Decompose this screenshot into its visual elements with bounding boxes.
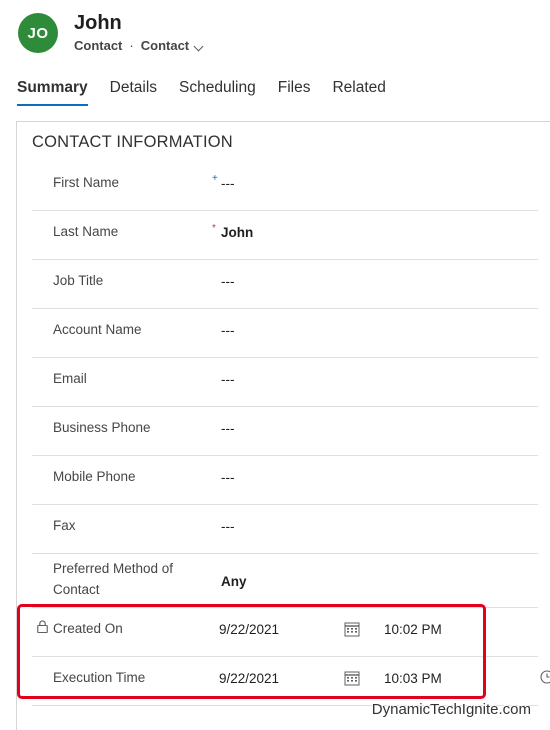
- avatar: JO: [18, 13, 58, 53]
- tab-related[interactable]: Related: [332, 77, 385, 107]
- field-label-line2: Contact: [53, 582, 100, 597]
- field-label: Account Name: [53, 322, 142, 337]
- tab-list: Summary Details Scheduling Files Related: [17, 77, 408, 107]
- field-first-name: First Name + ---: [32, 162, 538, 211]
- field-business-phone: Business Phone ---: [32, 407, 538, 456]
- form-selector[interactable]: Contact: [140, 38, 204, 53]
- field-label: First Name: [53, 175, 120, 190]
- form-name: Contact: [140, 38, 190, 53]
- field-fax: Fax ---: [32, 505, 538, 554]
- watermark: DynamicTechIgnite.com: [371, 701, 531, 718]
- field-label: Job Title: [53, 273, 104, 288]
- field-label: Email: [53, 371, 87, 386]
- field-mobile-phone: Mobile Phone ---: [32, 456, 538, 505]
- record-header: JO John Contact · Contact: [18, 12, 538, 56]
- separator: ·: [129, 38, 134, 53]
- preferred-method-select[interactable]: Any: [221, 574, 247, 589]
- field-label: Business Phone: [53, 420, 151, 435]
- email-input[interactable]: ---: [221, 372, 235, 387]
- first-name-input[interactable]: ---: [221, 176, 235, 191]
- tab-scheduling[interactable]: Scheduling: [179, 77, 256, 107]
- fax-input[interactable]: ---: [221, 519, 235, 534]
- field-job-title: Job Title ---: [32, 260, 538, 309]
- field-account-name: Account Name ---: [32, 309, 538, 358]
- record-subtitle: Contact · Contact: [74, 38, 204, 53]
- field-label: Fax: [53, 518, 76, 533]
- field-last-name: Last Name * John: [32, 211, 538, 260]
- highlight-annotation-box: [17, 604, 486, 699]
- tab-summary[interactable]: Summary: [17, 77, 88, 107]
- mobile-phone-input[interactable]: ---: [221, 470, 235, 485]
- section-title: CONTACT INFORMATION: [32, 133, 233, 151]
- record-title: John: [74, 12, 122, 34]
- tab-details[interactable]: Details: [110, 77, 157, 107]
- field-email: Email ---: [32, 358, 538, 407]
- last-name-input[interactable]: John: [221, 225, 253, 240]
- field-label: Last Name: [53, 224, 119, 239]
- required-marker: *: [212, 223, 216, 234]
- field-preferred-method-of-contact: Preferred Method of Contact Any: [32, 554, 538, 608]
- job-title-input[interactable]: ---: [221, 274, 235, 289]
- recommended-marker: +: [212, 173, 218, 184]
- field-label: Preferred Method of: [53, 561, 174, 576]
- chevron-down-icon: [193, 41, 204, 52]
- account-name-lookup[interactable]: ---: [221, 323, 235, 338]
- field-label: Mobile Phone: [53, 469, 136, 484]
- business-phone-input[interactable]: ---: [221, 421, 235, 436]
- clock-icon[interactable]: [540, 670, 550, 684]
- entity-name: Contact: [74, 38, 123, 53]
- tab-files[interactable]: Files: [278, 77, 311, 107]
